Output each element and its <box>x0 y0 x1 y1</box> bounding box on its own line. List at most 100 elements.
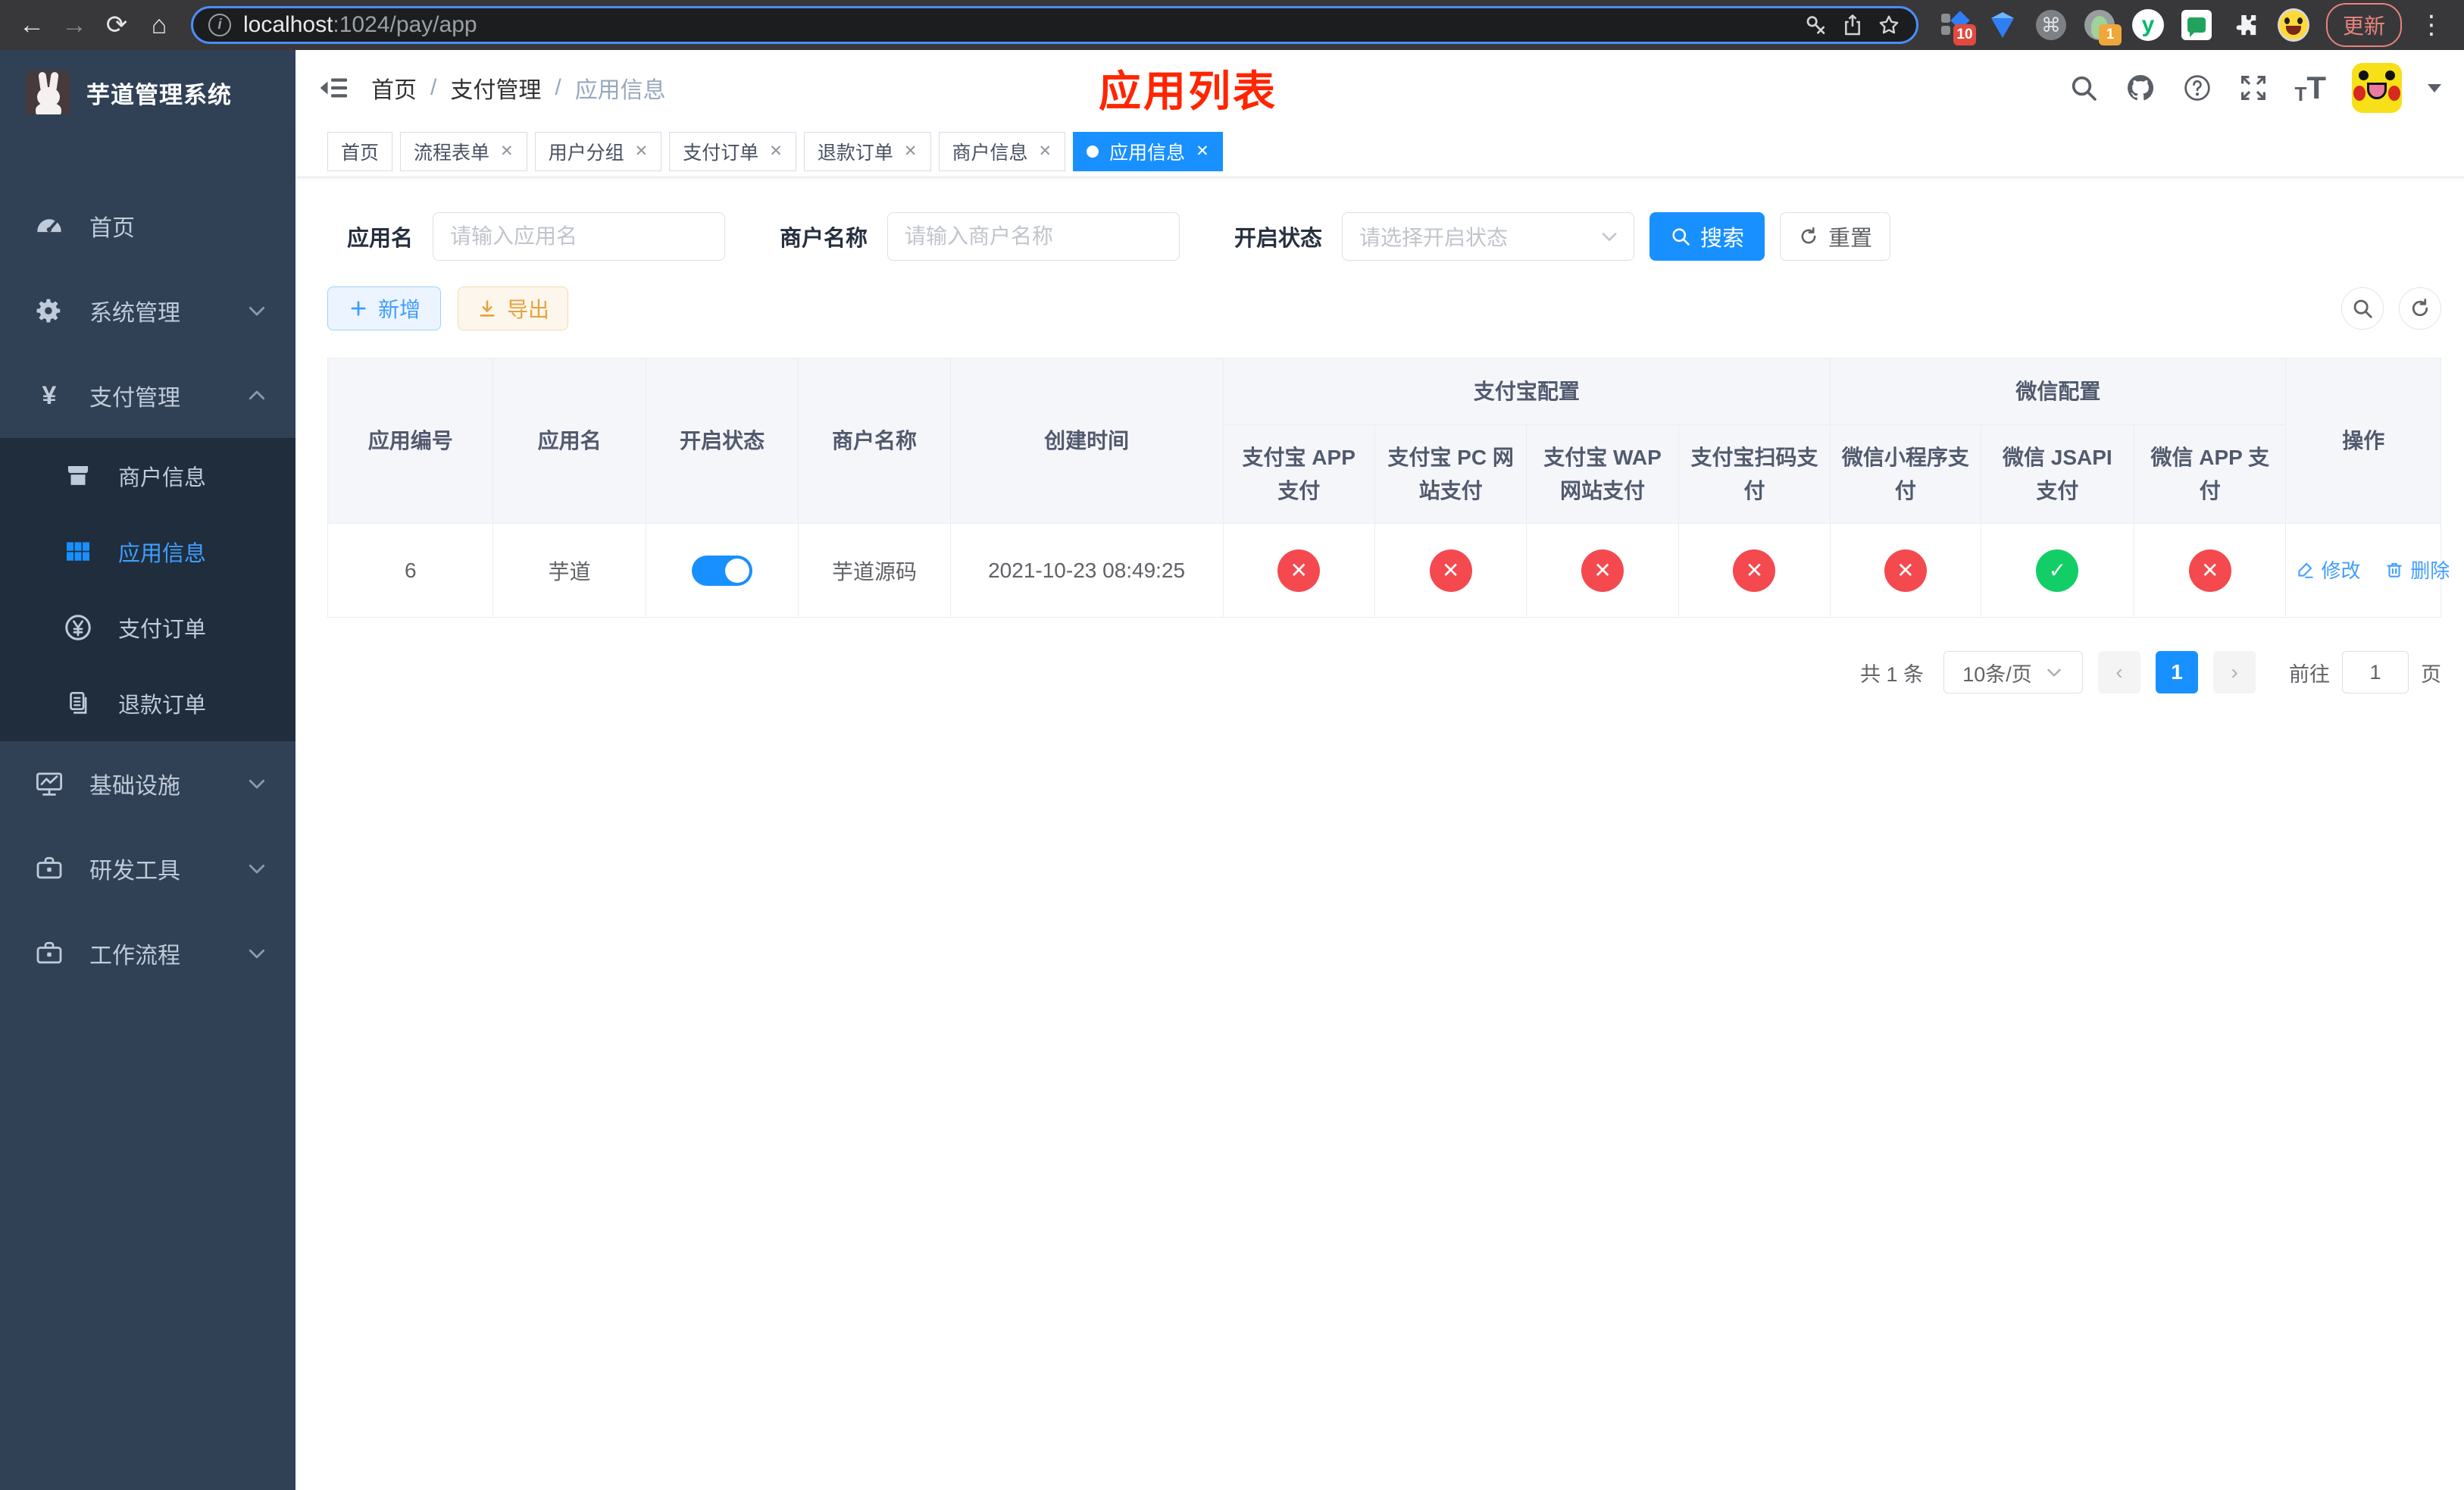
sidebar-logo[interactable]: 芋道管理系统 <box>0 50 295 135</box>
status-select[interactable]: 请选择开启状态 <box>1342 212 1635 261</box>
password-key-icon[interactable] <box>1804 13 1828 37</box>
sidebar-item-workflow[interactable]: 工作流程 <box>0 911 295 996</box>
sidebar-item-app-info[interactable]: 应用信息 <box>0 514 295 590</box>
chevron-down-icon <box>245 942 268 965</box>
sidebar-item-dev-tools[interactable]: 研发工具 <box>0 826 295 911</box>
browser-menu-icon[interactable]: ⋮ <box>2412 10 2450 40</box>
reset-button[interactable]: 重置 <box>1780 212 1891 261</box>
sidebar-item-home[interactable]: 首页 <box>0 183 295 268</box>
yuque-extension-icon[interactable]: y <box>2131 9 2164 41</box>
tab-process-form[interactable]: 流程表单 ✕ <box>400 131 527 171</box>
refresh-icon <box>1798 226 1819 247</box>
profile-extension-badge: 1 <box>2098 24 2122 45</box>
chrome-update-button[interactable]: 更新 <box>2325 3 2402 47</box>
chevron-down-icon <box>245 299 268 322</box>
bookmark-star-icon[interactable] <box>1877 13 1901 37</box>
search-button[interactable]: 搜索 <box>1649 212 1765 261</box>
profile-extension-icon[interactable]: 1 <box>2084 9 2122 45</box>
cell-operations: 修改 删除 <box>2285 523 2450 618</box>
edit-link[interactable]: 修改 <box>2295 556 2360 584</box>
tab-pay-order[interactable]: 支付订单 ✕ <box>669 131 796 171</box>
chevron-up-icon <box>245 384 268 407</box>
app-title: 芋道管理系统 <box>86 81 232 108</box>
delete-link[interactable]: 删除 <box>2384 556 2450 584</box>
add-button-label: 新增 <box>378 298 421 321</box>
share-icon[interactable] <box>1840 13 1865 37</box>
address-bar[interactable]: i localhost:1024/pay/app <box>191 6 1918 44</box>
tags-view-bar: 首页 流程表单 ✕ 用户分组 ✕ 支付订单 ✕ 退款订单 ✕ 商户信息 ✕ 应用信息 ✕ <box>295 126 2464 177</box>
sidebar-item-system[interactable]: 系统管理 <box>0 268 295 353</box>
extensions-puzzle-icon[interactable] <box>2229 9 2261 41</box>
tab-merchant-info[interactable]: 商户信息 ✕ <box>938 131 1066 171</box>
close-icon[interactable]: ✕ <box>1196 142 1209 161</box>
filter-form: 应用名 商户名称 开启状态 请选择开启状态 搜索 重置 <box>327 212 2441 261</box>
add-button[interactable]: 新增 <box>327 286 442 330</box>
goto-page-input[interactable] <box>2342 651 2409 693</box>
sidebar: 芋道管理系统 首页 系统管理 ¥ 支付管理 商户信息 应用信息 支付订单 退款订… <box>0 50 295 1490</box>
avatar-dropdown-caret-icon[interactable] <box>2428 84 2441 99</box>
browser-back-button[interactable]: ← <box>14 7 50 43</box>
tab-user-group[interactable]: 用户分组 ✕ <box>534 131 662 171</box>
gem-extension-icon[interactable] <box>1987 9 2018 41</box>
toggle-search-button[interactable] <box>2341 287 2384 330</box>
extension-strip: 10 ⌘ 1 y <box>1938 8 2309 45</box>
close-icon[interactable]: ✕ <box>635 142 649 161</box>
sidebar-collapse-icon[interactable] <box>318 72 350 104</box>
alipay-wap-disabled-icon: ✕ <box>1581 549 1624 592</box>
close-icon[interactable]: ✕ <box>1039 142 1052 161</box>
chat-extension-icon[interactable] <box>2181 9 2212 41</box>
tab-groups-extension-icon[interactable]: 10 <box>1938 9 1976 45</box>
sidebar-item-refund-order[interactable]: 退款订单 <box>0 665 295 741</box>
close-icon[interactable]: ✕ <box>500 142 514 161</box>
yen-icon: ¥ <box>42 381 57 410</box>
cell-alipay-pc: ✕ <box>1374 523 1527 618</box>
merchant-name-label: 商户名称 <box>780 227 868 251</box>
close-icon[interactable]: ✕ <box>904 142 918 161</box>
breadcrumb-home[interactable]: 首页 <box>371 71 417 105</box>
sidebar-item-merchant-info[interactable]: 商户信息 <box>0 438 295 514</box>
sidebar-item-infrastructure[interactable]: 基础设施 <box>0 741 295 826</box>
refresh-table-button[interactable] <box>2399 287 2441 330</box>
browser-forward-button[interactable]: → <box>56 7 92 43</box>
user-avatar[interactable] <box>2352 63 2402 113</box>
tab-app-info[interactable]: 应用信息 ✕ <box>1073 131 1223 171</box>
font-size-icon[interactable]: TT <box>2294 72 2326 105</box>
export-button[interactable]: 导出 <box>458 286 569 330</box>
next-page-button[interactable]: › <box>2213 651 2256 693</box>
browser-reload-button[interactable]: ⟳ <box>98 7 135 43</box>
browser-home-button[interactable]: ⌂ <box>141 7 177 43</box>
url-text: localhost:1024/pay/app <box>243 12 1792 38</box>
status-toggle[interactable] <box>692 555 753 586</box>
sidebar-item-payment[interactable]: ¥ 支付管理 <box>0 353 295 438</box>
sidebar-item-pay-order[interactable]: 支付订单 <box>0 590 295 665</box>
col-alipay-wap: 支付宝 WAP 网站支付 <box>1526 424 1679 524</box>
site-info-icon[interactable]: i <box>208 14 231 36</box>
help-question-icon[interactable] <box>2182 73 2212 103</box>
wechat-lite-disabled-icon: ✕ <box>1884 549 1927 592</box>
breadcrumb: 首页 / 支付管理 / 应用信息 <box>371 71 666 105</box>
tab-label: 支付订单 <box>683 142 759 164</box>
app-name-input[interactable] <box>433 212 726 261</box>
command-extension-icon[interactable]: ⌘ <box>2035 9 2067 41</box>
fullscreen-icon[interactable] <box>2238 73 2269 103</box>
alipay-app-disabled-icon: ✕ <box>1277 549 1321 592</box>
page-number-1[interactable]: 1 <box>2156 651 2198 693</box>
prev-page-button[interactable]: ‹ <box>2098 651 2140 693</box>
close-icon[interactable]: ✕ <box>769 142 783 161</box>
tab-home[interactable]: 首页 <box>327 131 393 171</box>
header-search-icon[interactable] <box>2068 73 2099 103</box>
col-alipay-pc: 支付宝 PC 网站支付 <box>1374 424 1527 524</box>
screen: ← → ⟳ ⌂ i localhost:1024/pay/app 10 ⌘ 1 … <box>0 0 2464 1490</box>
merchant-name-input[interactable] <box>887 212 1180 261</box>
export-button-label: 导出 <box>507 298 550 321</box>
browser-profile-avatar[interactable] <box>2277 8 2309 42</box>
gear-icon <box>32 296 67 325</box>
breadcrumb-section[interactable]: 支付管理 <box>450 71 541 105</box>
col-app-name: 应用名 <box>492 358 646 524</box>
toolbox-icon <box>32 853 67 884</box>
tab-refund-order[interactable]: 退款订单 ✕ <box>803 131 931 171</box>
page-size-select[interactable]: 10条/页 <box>1943 651 2083 693</box>
github-icon[interactable] <box>2125 72 2156 104</box>
active-dot-icon <box>1087 145 1099 158</box>
tab-label: 商户信息 <box>952 142 1028 164</box>
